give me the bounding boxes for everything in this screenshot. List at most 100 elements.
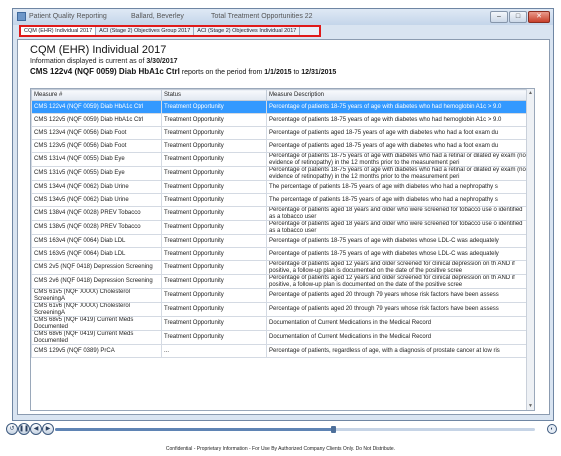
status-cell: Treatment Opportunity [161, 316, 267, 331]
minimize-button[interactable]: – [490, 11, 508, 23]
replay-button[interactable]: ↺ [6, 423, 18, 435]
status-cell: Treatment Opportunity [161, 180, 267, 194]
description-cell: Percentage of patients aged 20 through 7… [266, 302, 529, 317]
info-date: 3/30/2017 [146, 58, 178, 65]
table-row[interactable]: CMS 163v4 (NQF 0064) Diab LDL Treatment O… [31, 234, 529, 248]
status-cell: Treatment Opportunity [161, 234, 267, 248]
description-cell: Percentage of patients aged 12 years and… [266, 260, 529, 275]
header-row: Measure # Status Measure Description [31, 89, 529, 101]
measure-cell: CMS 68v6 (NQF 0419) Current Meds Documen… [31, 330, 162, 345]
description-cell: Percentage of patients aged 20 through 7… [266, 288, 529, 303]
report-header: CQM (EHR) Individual 2017 Information di… [30, 44, 535, 76]
tab-aci-individual[interactable]: ACI (Stage 2) Objectives Individual 2017 [194, 27, 301, 35]
status-cell: Treatment Opportunity [161, 152, 267, 167]
content-panel: CQM (EHR) Individual 2017 Information di… [17, 39, 550, 415]
column-header-measure[interactable]: Measure # [31, 89, 162, 101]
status-cell: Treatment Opportunity [161, 166, 267, 181]
measure-cell: CMS 61v5 (NQF XXXX) Cholesterol Screenin… [31, 288, 162, 303]
measure-cell: CMS 134v5 (NQF 0062) Diab Urine [31, 193, 162, 207]
status-cell: Treatment Opportunity [161, 206, 267, 221]
column-header-status[interactable]: Status [161, 89, 267, 101]
table-row[interactable]: CMS 138v4 (NQF 0028) PREV Tobacco Treatme… [31, 206, 529, 221]
status-cell: Treatment Opportunity [161, 330, 267, 345]
table-body: CMS 122v4 (NQF 0059) Diab HbA1c Ctrl Trea… [31, 100, 529, 358]
measure-cell: CMS 138v5 (NQF 0028) PREV Tobacco [31, 220, 162, 235]
status-cell: Treatment Opportunity [161, 113, 267, 127]
info-line: Information displayed is current as of 3… [30, 58, 535, 65]
seek-thumb[interactable] [331, 426, 337, 433]
table-row[interactable]: CMS 131v5 (NQF 0055) Diab Eye Treatment O… [31, 166, 529, 181]
seek-bar[interactable] [55, 426, 535, 433]
pause-button[interactable]: ❚❚ [18, 423, 30, 435]
description-cell: Documentation of Current Medications in … [266, 316, 529, 331]
table-row[interactable]: CMS 61v5 (NQF XXXX) Cholesterol Screenin… [31, 288, 529, 303]
tab-cqm-individual[interactable]: CQM (EHR) Individual 2017 [21, 27, 97, 35]
period-from: 1/1/2015 [264, 69, 292, 76]
table-row[interactable]: CMS 122v4 (NQF 0059) Diab HbA1c Ctrl Trea… [31, 100, 529, 114]
measure-cell: CMS 163v4 (NQF 0064) Diab LDL [31, 234, 162, 248]
table-row[interactable]: CMS 68v6 (NQF 0419) Current Meds Documen… [31, 330, 529, 345]
tab-aci-group[interactable]: ACI (Stage 2) Objectives Group 2017 [96, 27, 195, 35]
status-cell: Treatment Opportunity [161, 126, 267, 140]
status-cell: Treatment Opportunity [161, 139, 267, 153]
table-row[interactable]: CMS 138v5 (NQF 0028) PREV Tobacco Treatme… [31, 220, 529, 235]
table-row[interactable]: CMS 2v6 (NQF 0418) Depression Screening T… [31, 274, 529, 289]
status-cell: Treatment Opportunity [161, 193, 267, 207]
table-row[interactable]: CMS 2v5 (NQF 0418) Depression Screening T… [31, 260, 529, 275]
measure-cell: CMS 61v6 (NQF XXXX) Cholesterol Screenin… [31, 302, 162, 317]
table-row[interactable]: CMS 131v4 (NQF 0055) Diab Eye Treatment O… [31, 152, 529, 167]
measure-cell: CMS 163v5 (NQF 0064) Diab LDL [31, 247, 162, 261]
description-cell: Percentage of patients aged 18 years and… [266, 220, 529, 235]
description-cell: Percentage of patients, regardless of ag… [266, 344, 529, 358]
table-row[interactable]: CMS 122v5 (NQF 0059) Diab HbA1c Ctrl Trea… [31, 113, 529, 127]
next-button[interactable]: ▶ [42, 423, 54, 435]
app-icon [17, 12, 26, 21]
table-row[interactable]: CMS 68v5 (NQF 0419) Current Meds Documen… [31, 316, 529, 331]
page-title: CQM (EHR) Individual 2017 [30, 44, 167, 56]
measure-cell: CMS 123v5 (NQF 0056) Diab Foot [31, 139, 162, 153]
table-row[interactable]: CMS 134v5 (NQF 0062) Diab Urine Treatment… [31, 193, 529, 207]
measure-cell: CMS 138v4 (NQF 0028) PREV Tobacco [31, 206, 162, 221]
table-row[interactable]: CMS 123v5 (NQF 0056) Diab Foot Treatment … [31, 139, 529, 153]
period-to: 12/31/2015 [301, 69, 337, 76]
description-cell: Percentage of patients 18-75 years of ag… [266, 100, 529, 114]
status-cell: Treatment Opportunity [161, 100, 267, 114]
confidentiality-footer: Confidential - Proprietary Information -… [165, 446, 396, 452]
table-row[interactable]: CMS 163v5 (NQF 0064) Diab LDL Treatment O… [31, 247, 529, 261]
playback-controls: ↺ ❚❚ ◀ ▶ ◐ [0, 421, 561, 440]
description-cell: Percentage of patients aged 18-75 years … [266, 126, 529, 140]
measure-cell: CMS 122v4 (NQF 0059) Diab HbA1c Ctrl [31, 100, 162, 114]
measure-cell: CMS 68v5 (NQF 0419) Current Meds Documen… [31, 316, 162, 331]
table-row[interactable]: CMS 134v4 (NQF 0062) Diab Urine Treatment… [31, 180, 529, 194]
measure-cell: CMS 131v5 (NQF 0055) Diab Eye [31, 166, 162, 181]
vertical-scrollbar[interactable]: ▲ ▼ [526, 89, 534, 410]
scroll-down-icon[interactable]: ▼ [528, 403, 533, 409]
description-cell: Percentage of patients 18-75 years of ag… [266, 152, 529, 167]
table-row[interactable]: CMS 129v5 (NQF 0389) PrCA... Percentage o… [31, 344, 529, 358]
status-cell: Treatment Opportunity [161, 288, 267, 303]
end-button[interactable]: ◐ [547, 424, 557, 434]
measure-cell: CMS 122v5 (NQF 0059) Diab HbA1c Ctrl [31, 113, 162, 127]
description-cell: Percentage of patients 18-75 years of ag… [266, 166, 529, 181]
title-bar: Patient Quality Reporting Ballard, Bever… [13, 9, 553, 25]
current-measure: CMS 122v4 (NQF 0059) Diab HbA1c Ctrl [30, 67, 180, 76]
title-patient-name: Ballard, Beverley [131, 13, 184, 20]
table-row[interactable]: CMS 123v4 (NQF 0056) Diab Foot Treatment … [31, 126, 529, 140]
measure-cell: CMS 134v4 (NQF 0062) Diab Urine [31, 180, 162, 194]
maximize-button[interactable]: □ [509, 11, 527, 23]
description-cell: Percentage of patients 18-75 years of ag… [266, 247, 529, 261]
table-row[interactable]: CMS 61v6 (NQF XXXX) Cholesterol Screenin… [31, 302, 529, 317]
seek-progress [55, 428, 334, 431]
measure-cell: CMS 2v5 (NQF 0418) Depression Screening [31, 260, 162, 275]
measure-cell: CMS 131v4 (NQF 0055) Diab Eye [31, 152, 162, 167]
status-cell: Treatment Opportunity [161, 220, 267, 235]
column-header-description[interactable]: Measure Description [266, 89, 529, 101]
description-cell: Percentage of patients aged 18-75 years … [266, 139, 529, 153]
measures-table: Measure # Status Measure Description CMS… [31, 89, 529, 358]
previous-button[interactable]: ◀ [30, 423, 42, 435]
description-cell: Documentation of Current Medications in … [266, 330, 529, 345]
measure-period-line: CMS 122v4 (NQF 0059) Diab HbA1c Ctrl rep… [30, 67, 535, 76]
close-button[interactable]: ✕ [528, 11, 550, 23]
info-prefix: Information displayed is current as of [30, 58, 145, 65]
scroll-up-icon[interactable]: ▲ [528, 90, 533, 96]
